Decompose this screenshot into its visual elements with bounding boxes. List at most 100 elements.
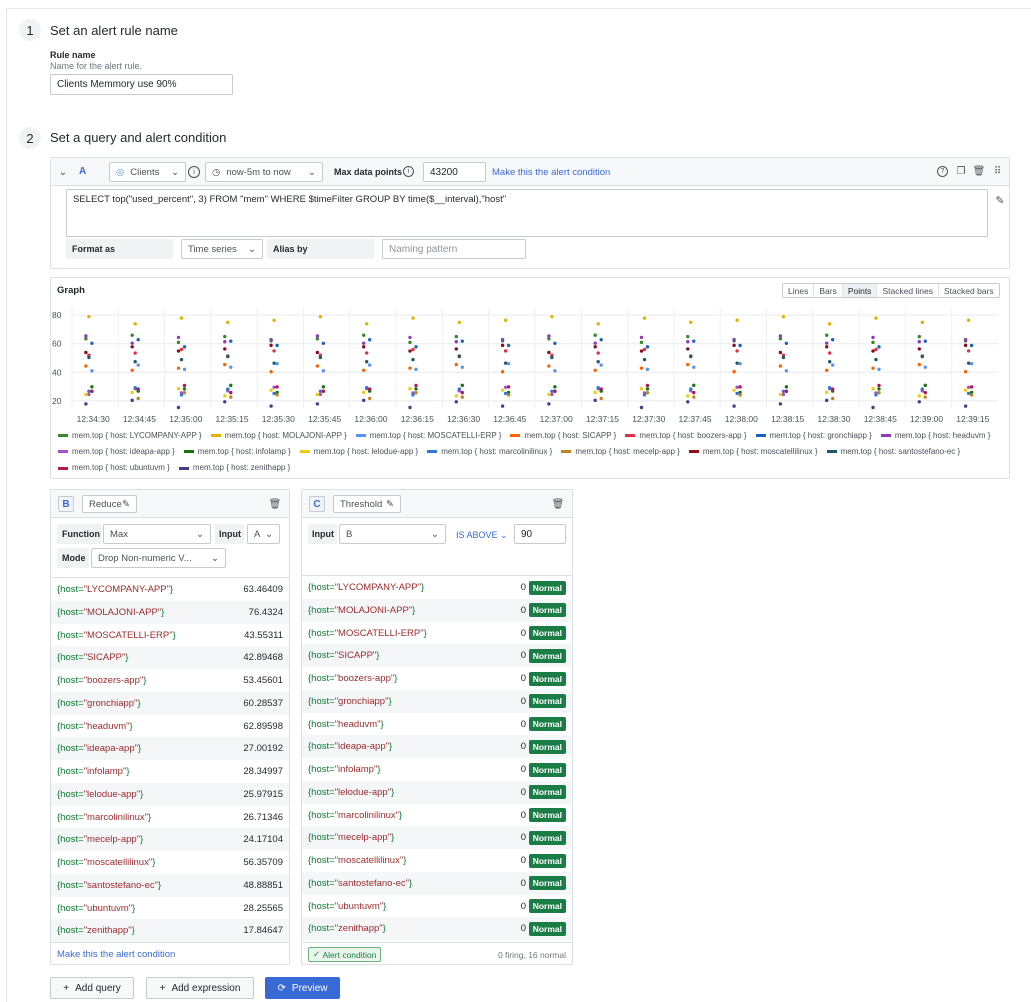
legend-item[interactable]: mem.top { host: boozers-app } xyxy=(625,428,747,444)
legend-item[interactable]: mem.top { host: ideapa-app } xyxy=(58,444,175,460)
reduce-value: 42.89468 xyxy=(243,652,283,664)
legend-item[interactable]: mem.top { host: moscatellilinux } xyxy=(688,444,818,460)
threshold-value-input[interactable]: 90 xyxy=(514,524,566,544)
data-point xyxy=(315,334,320,338)
data-point xyxy=(176,335,181,340)
duplicate-icon[interactable]: ❐ xyxy=(955,165,967,177)
mode-select[interactable]: Drop Non-numeric V... ⌄ xyxy=(91,548,226,568)
table-row: {host= "marcolinilinux"} 26.71346 xyxy=(51,806,289,829)
data-point xyxy=(176,349,181,353)
legend-item[interactable]: mem.top { host: MOSCATELLI-ERP } xyxy=(355,428,501,444)
data-point xyxy=(877,383,881,388)
alias-by-input[interactable]: Naming pattern xyxy=(382,239,526,259)
function-select[interactable]: Max ⌄ xyxy=(103,524,211,544)
data-point xyxy=(179,357,184,362)
x-tick-label: 12:37:15 xyxy=(586,414,619,424)
data-point xyxy=(923,395,927,399)
alias-by-label: Alias by xyxy=(267,239,374,259)
add-query-button[interactable]: + Add query xyxy=(50,977,134,999)
y-tick-label: 60 xyxy=(52,339,62,349)
preview-button[interactable]: ⟳ Preview xyxy=(265,977,340,999)
label-end: } xyxy=(403,855,407,866)
make-alert-condition-link[interactable]: Make this the alert condition xyxy=(57,949,175,960)
max-data-points-input[interactable]: 43200 xyxy=(423,162,486,182)
data-point xyxy=(593,341,597,345)
legend-item[interactable]: mem.top { host: headuvm } xyxy=(880,428,990,444)
info-icon[interactable]: i xyxy=(403,166,414,177)
input-select[interactable]: B ⌄ xyxy=(339,524,446,544)
query-a-letter[interactable]: A xyxy=(79,166,86,177)
data-point xyxy=(830,387,835,391)
graph-mode-stacked-bars[interactable]: Stacked bars xyxy=(939,284,999,297)
data-point xyxy=(272,391,276,396)
help-icon[interactable]: ? xyxy=(937,166,948,177)
data-point xyxy=(738,343,742,348)
graph-mode-toggle: Lines Bars Points Stacked lines Stacked … xyxy=(782,283,1000,298)
data-point xyxy=(226,320,230,325)
table-row: {host= "headuvm"} 0 Normal xyxy=(302,713,572,736)
divider xyxy=(51,942,289,943)
legend-item[interactable]: mem.top { host: zenithapp } xyxy=(178,460,290,476)
legend-item[interactable]: mem.top { host: infolamp } xyxy=(183,444,291,460)
data-point xyxy=(503,349,508,353)
pencil-icon[interactable]: ✎ xyxy=(993,193,1007,207)
query-editor[interactable]: SELECT top("used_percent", 3) FROM "mem"… xyxy=(66,189,988,237)
data-point xyxy=(361,345,366,349)
trash-icon[interactable]: 🗑 xyxy=(552,498,565,510)
datasource-picker[interactable]: ◎ Clients ⌄ xyxy=(109,162,186,182)
drag-handle-icon[interactable]: ⠿ xyxy=(991,165,1003,177)
trash-icon[interactable]: 🗑 xyxy=(269,498,282,510)
input-select[interactable]: A ⌄ xyxy=(247,524,280,544)
threshold-operator-select[interactable]: IS ABOVE ⌄ xyxy=(456,530,508,541)
data-point xyxy=(229,365,233,369)
data-point xyxy=(966,361,971,365)
label-end: } xyxy=(394,673,398,684)
expression-c-type[interactable]: Threshold ✎ xyxy=(333,495,401,513)
graph-mode-bars[interactable]: Bars xyxy=(814,284,843,297)
legend-item[interactable]: mem.top { host: mecelp-app } xyxy=(561,444,680,460)
table-row: {host= "moscatellilinux"} 0 Normal xyxy=(302,849,572,872)
add-expression-button[interactable]: + Add expression xyxy=(146,977,254,999)
graph-mode-stacked-lines[interactable]: Stacked lines xyxy=(877,284,939,297)
make-alert-condition-link[interactable]: Make this the alert condition xyxy=(492,167,610,178)
firing-summary: 0 firing, 16 normal xyxy=(497,950,566,960)
time-range-picker[interactable]: ◷ now-5m to now ⌄ xyxy=(205,162,323,182)
expression-b-type[interactable]: Reduce ✎ xyxy=(82,495,137,513)
graph-mode-points[interactable]: Points xyxy=(842,284,878,297)
data-point xyxy=(223,340,227,344)
max-data-points-label: Max data points xyxy=(334,167,403,177)
label-value: "infolamp" xyxy=(83,766,127,777)
y-tick-label: 40 xyxy=(52,367,62,377)
y-tick-label: 80 xyxy=(52,310,62,320)
data-point xyxy=(226,387,230,391)
data-point xyxy=(642,347,647,352)
table-row: {host= "gronchiapp"} 0 Normal xyxy=(302,689,572,713)
rule-name-input[interactable]: Clients Memmory use 90% xyxy=(50,74,233,95)
legend-label: mem.top { host: MOLAJONI-APP } xyxy=(224,430,347,440)
legend-item[interactable]: mem.top { host: santostefano-ec } xyxy=(826,444,960,460)
collapse-chevron-icon[interactable]: ⌄ xyxy=(57,166,69,178)
legend-item[interactable]: mem.top { host: MOLAJONI-APP } xyxy=(210,428,347,444)
legend-swatch xyxy=(210,434,221,437)
legend-item[interactable]: mem.top { host: lelodue-app } xyxy=(299,444,418,460)
info-icon[interactable]: i xyxy=(188,166,200,178)
legend-item[interactable]: mem.top { host: gronchiapp } xyxy=(755,428,872,444)
data-point xyxy=(90,385,94,389)
chevron-down-icon: ⌄ xyxy=(248,243,256,255)
graph-mode-lines[interactable]: Lines xyxy=(783,284,815,297)
legend-item[interactable]: mem.top { host: marcolinilinux } xyxy=(427,444,552,460)
label-key: {host= xyxy=(308,877,335,889)
legend-item[interactable]: mem.top { host: ubuntuvm } xyxy=(58,460,170,476)
status-badge: Normal xyxy=(528,671,566,686)
reduce-value: 26.71346 xyxy=(243,811,283,823)
legend-item[interactable]: mem.top { host: LYCOMPANY-APP } xyxy=(58,428,202,444)
data-point xyxy=(738,361,742,366)
threshold-result: 0 xyxy=(520,786,526,798)
legend-item[interactable]: mem.top { host: SICAPP } xyxy=(510,428,616,444)
format-as-select[interactable]: Time series ⌄ xyxy=(181,239,263,259)
data-point xyxy=(408,366,412,370)
label-value: "ubuntuvm" xyxy=(83,902,133,914)
legend-swatch xyxy=(880,434,891,437)
pencil-icon: ✎ xyxy=(386,498,394,510)
trash-icon[interactable]: 🗑 xyxy=(973,165,986,177)
